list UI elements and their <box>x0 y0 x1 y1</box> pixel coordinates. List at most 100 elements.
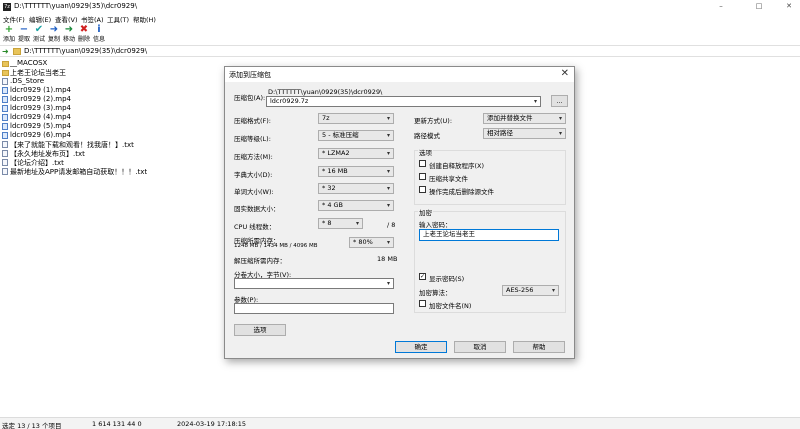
pathmode-label: 路径模式 <box>414 132 440 140</box>
list-item[interactable]: 【永久地址发布页】.txt <box>0 149 240 158</box>
copy-icon: ➜ <box>49 24 59 35</box>
list-item[interactable]: 【来了就能下载和观看！找我唐！】.txt <box>0 140 240 149</box>
shared-checkbox[interactable] <box>419 173 426 180</box>
encrypt-names-checkbox[interactable] <box>419 300 426 307</box>
file-name: .DS_Store <box>10 77 45 85</box>
cpu-total: / 8 <box>387 221 396 229</box>
test-label: 测试 <box>32 36 45 43</box>
password-input[interactable]: 上老王论坛当老王 <box>419 229 559 241</box>
list-item[interactable]: .DS_Store <box>0 77 240 86</box>
browse-button[interactable]: ... <box>551 95 568 107</box>
chevron-down-icon: ▾ <box>355 220 359 227</box>
file-name: __MACOSX <box>10 59 48 67</box>
cancel-button[interactable]: 取消 <box>454 341 506 353</box>
params-input[interactable] <box>234 303 394 314</box>
text-file-icon <box>2 168 8 175</box>
solid-select[interactable]: * 4 GB ▾ <box>318 200 394 211</box>
word-select[interactable]: * 32 ▾ <box>318 183 394 194</box>
sfx-label: 创建自释放程序(X) <box>429 162 485 170</box>
pathmode-select[interactable]: 相对路径 ▾ <box>483 128 566 139</box>
dialog-close-icon[interactable]: ✕ <box>561 68 569 79</box>
copy-label: 复制 <box>47 36 60 43</box>
delete-button[interactable]: ✖ 删除 <box>77 24 91 44</box>
chevron-down-icon: ▾ <box>533 98 537 105</box>
extract-button[interactable]: − 提取 <box>17 24 31 44</box>
update-select[interactable]: 添加并替换文件 ▾ <box>483 113 566 124</box>
ok-button[interactable]: 确定 <box>395 341 447 353</box>
level-select[interactable]: 5 - 标准压缩 ▾ <box>318 130 394 141</box>
delete-source-checkbox[interactable] <box>419 186 426 193</box>
chevron-down-icon: ▾ <box>386 185 390 192</box>
list-item[interactable]: __MACOSX <box>0 59 240 68</box>
delete-source-label: 操作完成后删除源文件 <box>429 188 494 196</box>
help-button[interactable]: 帮助 <box>513 341 565 353</box>
list-item[interactable]: ldcr0929 (1).mp4 <box>0 86 240 95</box>
add-to-archive-dialog: 添加到压缩包 ✕ 压缩包(A): D:\TTTTTT\yuan\0929(35)… <box>224 66 575 359</box>
app-icon: 7z <box>3 3 11 11</box>
add-label: 添加 <box>2 36 15 43</box>
method-select[interactable]: * LZMA2 ▾ <box>318 148 394 159</box>
list-item[interactable]: ldcr0929 (2).mp4 <box>0 95 240 104</box>
archive-label: 压缩包(A): <box>234 94 266 102</box>
chevron-down-icon: ▾ <box>386 280 390 287</box>
text-file-icon <box>2 150 8 157</box>
method-label: 压缩方法(M): <box>234 153 273 161</box>
chevron-down-icon: ▾ <box>558 115 562 122</box>
toolbar: + 添加 − 提取 ✔ 测试 ➜ 复制 ➜ 移动 ✖ 删除 i 信息 <box>0 23 800 45</box>
extract-label: 提取 <box>17 36 30 43</box>
archive-name-input[interactable]: ldcr0929.7z ▾ <box>266 96 541 107</box>
decomp-value: 18 MB <box>377 255 398 263</box>
enc-method-label: 加密算法： <box>419 289 452 297</box>
format-select[interactable]: 7z ▾ <box>318 113 394 124</box>
address-path[interactable]: D:\TTTTTT\yuan\0929(35)\dcr0929\ <box>24 47 147 55</box>
test-icon: ✔ <box>34 24 44 35</box>
dialog-title: 添加到压缩包 <box>229 71 271 79</box>
folder-icon <box>13 48 21 55</box>
move-icon: ➜ <box>64 24 74 35</box>
status-bar: 选定 13 / 13 个项目 1 614 131 44 0 2024-03-19… <box>0 417 800 429</box>
copy-button[interactable]: ➜ 复制 <box>47 24 61 44</box>
list-item[interactable]: ldcr0929 (5).mp4 <box>0 122 240 131</box>
list-item[interactable]: ldcr0929 (4).mp4 <box>0 113 240 122</box>
up-folder-icon[interactable]: ➜ <box>2 47 9 56</box>
chevron-down-icon: ▾ <box>386 168 390 175</box>
move-button[interactable]: ➜ 移动 <box>62 24 76 44</box>
cpu-label: CPU 线程数： <box>234 223 276 231</box>
add-icon: + <box>4 24 14 35</box>
video-file-icon <box>2 132 8 139</box>
text-file-icon <box>2 141 8 148</box>
minimize-button[interactable]: – <box>714 1 728 11</box>
options-button[interactable]: 选项 <box>234 324 286 336</box>
list-item[interactable]: 上老王论坛当老王 <box>0 68 240 77</box>
chevron-down-icon: ▾ <box>386 150 390 157</box>
folder-icon <box>2 61 9 67</box>
status-selection: 选定 13 / 13 个项目 <box>2 422 62 429</box>
level-label: 压缩等级(L): <box>234 135 271 143</box>
show-password-label: 显示密码(S) <box>429 275 465 283</box>
file-name: ldcr0929 (3).mp4 <box>10 104 72 112</box>
split-input[interactable]: ▾ <box>234 278 394 289</box>
close-window-button[interactable]: ✕ <box>782 1 796 11</box>
sfx-checkbox[interactable] <box>419 160 426 167</box>
maximize-button[interactable]: □ <box>752 1 766 11</box>
video-file-icon <box>2 87 8 94</box>
test-button[interactable]: ✔ 测试 <box>32 24 46 44</box>
list-item[interactable]: 最新地址及APP请发邮箱自动获取！！！.txt <box>0 167 240 176</box>
file-name: ldcr0929 (5).mp4 <box>10 122 72 130</box>
text-file-icon <box>2 159 8 166</box>
cpu-select[interactable]: * 8 ▾ <box>318 218 363 229</box>
list-item[interactable]: ldcr0929 (3).mp4 <box>0 104 240 113</box>
mem-select[interactable]: * 80% ▾ <box>349 237 394 248</box>
window-title: D:\TTTTTT\yuan\0929(35)\dcr0929\ <box>14 2 138 10</box>
dict-select[interactable]: * 16 MB ▾ <box>318 166 394 177</box>
info-button[interactable]: i 信息 <box>92 24 106 44</box>
encrypt-names-label: 加密文件名(N) <box>429 302 472 310</box>
list-item[interactable]: 【论坛介绍】.txt <box>0 158 240 167</box>
delete-icon: ✖ <box>79 24 89 35</box>
add-button[interactable]: + 添加 <box>2 24 16 44</box>
list-item[interactable]: ldcr0929 (6).mp4 <box>0 131 240 140</box>
chevron-down-icon: ▾ <box>386 239 390 246</box>
enc-method-select[interactable]: AES-256 ▾ <box>502 285 559 296</box>
update-label: 更新方式(U): <box>414 117 453 125</box>
show-password-checkbox[interactable]: ✓ <box>419 273 426 280</box>
